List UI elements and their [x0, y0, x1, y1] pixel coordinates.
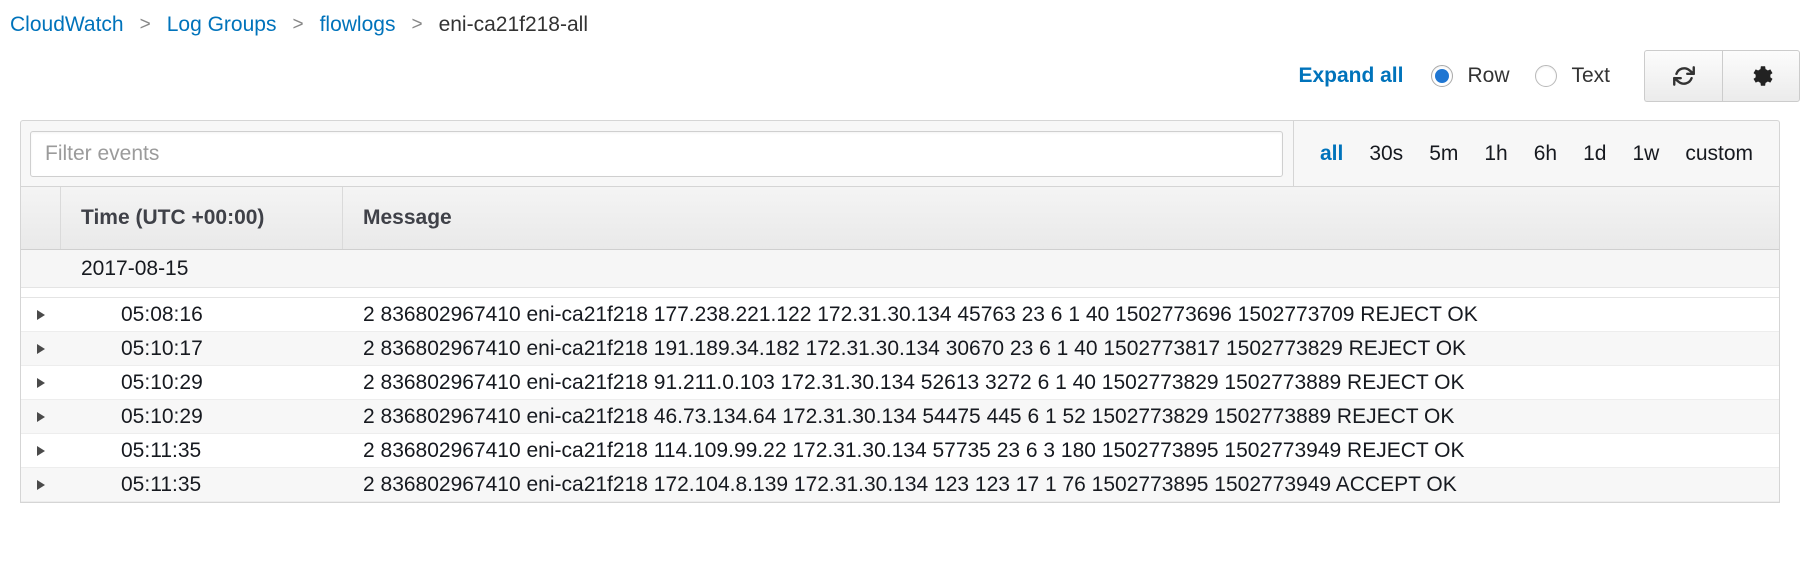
- time-range-6h[interactable]: 6h: [1534, 142, 1557, 166]
- breadcrumb-item-log-groups[interactable]: Log Groups: [167, 10, 277, 40]
- header-time-column[interactable]: Time (UTC +00:00): [61, 187, 343, 249]
- view-mode-text-label: Text: [1571, 64, 1610, 87]
- date-group-label: 2017-08-15: [81, 256, 189, 280]
- chevron-right-icon: [37, 343, 45, 354]
- row-message: 2 836802967410 eni-ca21f218 114.109.99.2…: [363, 438, 1465, 462]
- date-group-row: 2017-08-15: [21, 250, 1779, 288]
- chevron-right-icon: [37, 479, 45, 490]
- row-time: 05:08:16: [61, 288, 343, 293]
- radio-text-icon[interactable]: [1535, 65, 1558, 87]
- row-time: 05:08:16: [121, 302, 203, 326]
- view-mode-row-option[interactable]: Row: [1431, 64, 1509, 88]
- table-row[interactable]: 05:08:16 2 836802967410 eni-ca21f218 177…: [21, 298, 1779, 332]
- row-time: 05:10:29: [121, 404, 203, 428]
- expand-row-toggle[interactable]: [21, 411, 61, 422]
- row-message: 2 836802967410 eni-ca21f218 177.238.221.…: [363, 302, 1478, 326]
- time-range-30s[interactable]: 30s: [1369, 142, 1403, 166]
- toolbar-button-group: [1644, 50, 1800, 102]
- row-message: 2 836802967410 eni-ca21f218 112.85.42.11…: [343, 288, 1779, 293]
- refresh-button[interactable]: [1644, 50, 1722, 102]
- expand-row-toggle[interactable]: [21, 343, 61, 354]
- filter-bar: all 30s 5m 1h 6h 1d 1w custom: [20, 120, 1780, 186]
- table-row[interactable]: 05:11:35 2 836802967410 eni-ca21f218 114…: [21, 434, 1779, 468]
- expand-all-link[interactable]: Expand all: [1298, 64, 1403, 88]
- breadcrumb-item-cloudwatch[interactable]: CloudWatch: [10, 10, 124, 40]
- row-time: 05:11:35: [121, 438, 202, 462]
- breadcrumb-item-flowlogs[interactable]: flowlogs: [320, 10, 396, 40]
- radio-selected-dot-icon: [1435, 69, 1450, 83]
- filter-events-input[interactable]: [30, 130, 1283, 177]
- table-row[interactable]: 05:10:17 2 836802967410 eni-ca21f218 191…: [21, 332, 1779, 366]
- row-message: 2 836802967410 eni-ca21f218 91.211.0.103…: [363, 370, 1465, 394]
- header-time-label: Time (UTC +00:00): [81, 206, 265, 229]
- header-expand-column: [21, 187, 61, 249]
- expand-row-toggle[interactable]: [21, 445, 61, 456]
- time-range-1h[interactable]: 1h: [1484, 142, 1507, 166]
- time-range-5m[interactable]: 5m: [1429, 142, 1458, 166]
- chevron-right-icon: [37, 309, 45, 320]
- breadcrumb: CloudWatch > Log Groups > flowlogs > eni…: [0, 0, 1800, 40]
- table-header-row: Time (UTC +00:00) Message: [21, 187, 1779, 250]
- time-range-1d[interactable]: 1d: [1583, 142, 1606, 166]
- expand-row-toggle[interactable]: [21, 479, 61, 490]
- row-message: 2 836802967410 eni-ca21f218 191.189.34.1…: [363, 336, 1467, 360]
- table-row-partial[interactable]: 05:08:16 2 836802967410 eni-ca21f218 112…: [21, 288, 1779, 298]
- row-message: 2 836802967410 eni-ca21f218 172.104.8.13…: [363, 472, 1457, 496]
- chevron-right-icon: [37, 411, 45, 422]
- expand-row-toggle[interactable]: [21, 309, 61, 320]
- table-row[interactable]: 05:11:35 2 836802967410 eni-ca21f218 172…: [21, 468, 1779, 502]
- table-row[interactable]: 05:10:29 2 836802967410 eni-ca21f218 91.…: [21, 366, 1779, 400]
- chevron-right-icon: [37, 445, 45, 456]
- filter-input-wrapper: [21, 121, 1293, 186]
- breadcrumb-separator-icon: >: [411, 14, 423, 35]
- time-range-custom[interactable]: custom: [1685, 142, 1753, 166]
- table-row[interactable]: 05:10:29 2 836802967410 eni-ca21f218 46.…: [21, 400, 1779, 434]
- breadcrumb-separator-icon: >: [292, 14, 304, 35]
- row-time: 05:10:17: [121, 336, 203, 360]
- log-toolbar: Expand all Row Text: [0, 40, 1800, 112]
- header-message-column[interactable]: Message: [343, 187, 1779, 249]
- view-mode-text-option[interactable]: Text: [1535, 64, 1610, 88]
- breadcrumb-separator-icon: >: [139, 14, 151, 35]
- breadcrumb-item-current: eni-ca21f218-all: [438, 13, 588, 36]
- time-range-selector: all 30s 5m 1h 6h 1d 1w custom: [1292, 121, 1779, 186]
- refresh-icon: [1671, 63, 1697, 89]
- log-events-table: Time (UTC +00:00) Message 2017-08-15 05:…: [20, 186, 1780, 503]
- view-mode-row-label: Row: [1467, 64, 1510, 87]
- row-time: 05:11:35: [121, 472, 202, 496]
- radio-row-icon[interactable]: [1431, 65, 1454, 87]
- gear-icon: [1748, 63, 1774, 89]
- chevron-right-icon: [37, 377, 45, 388]
- row-message: 2 836802967410 eni-ca21f218 46.73.134.64…: [363, 404, 1455, 428]
- expand-row-toggle[interactable]: [21, 377, 61, 388]
- time-range-1w[interactable]: 1w: [1632, 142, 1659, 166]
- header-message-label: Message: [363, 206, 452, 229]
- time-range-all[interactable]: all: [1320, 142, 1343, 166]
- row-time: 05:10:29: [121, 370, 203, 394]
- settings-button[interactable]: [1722, 50, 1800, 102]
